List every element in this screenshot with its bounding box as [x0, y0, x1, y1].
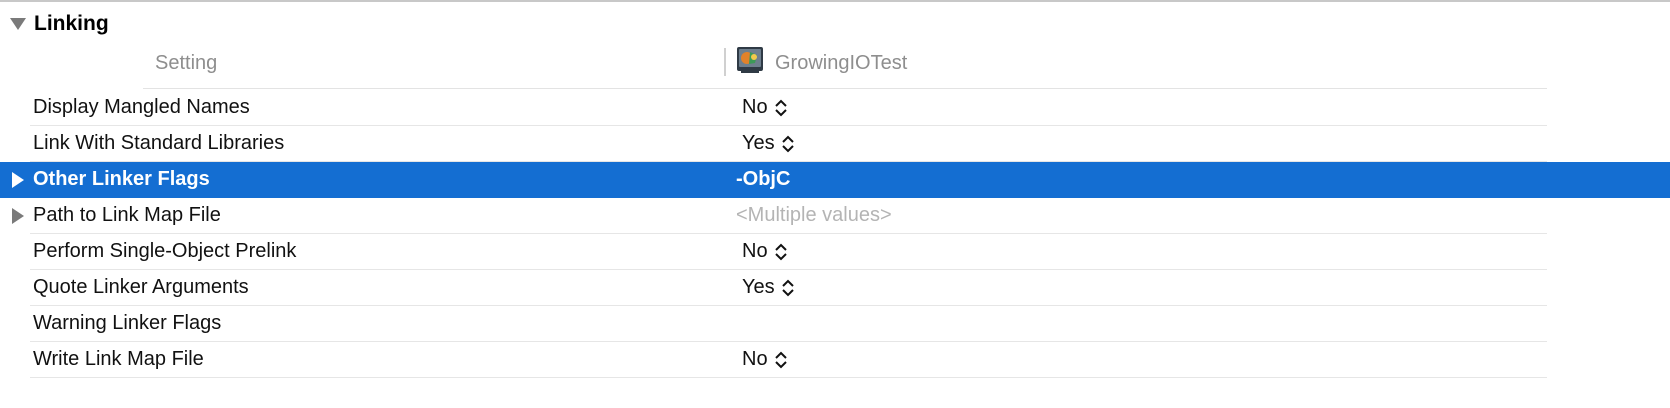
setting-value-text: No	[742, 348, 768, 370]
setting-value[interactable]: Yes	[742, 132, 795, 155]
setting-row[interactable]: Perform Single-Object Prelink No	[0, 234, 1670, 270]
setting-column-header[interactable]: Setting	[155, 52, 217, 75]
up-down-chevron-icon[interactable]	[781, 278, 795, 298]
setting-row[interactable]: Quote Linker Arguments Yes	[0, 270, 1670, 306]
target-column-header[interactable]: GrowingIOTest	[775, 52, 907, 75]
row-separator	[30, 377, 1547, 378]
setting-row[interactable]: Display Mangled Names No	[0, 90, 1670, 126]
setting-value-text: Yes	[742, 276, 775, 298]
column-header: Setting GrowingIOTest	[0, 44, 1670, 86]
setting-value-text: Yes	[742, 132, 775, 154]
app-target-icon	[737, 47, 763, 73]
up-down-chevron-icon[interactable]	[774, 242, 788, 262]
setting-name: Warning Linker Flags	[33, 312, 222, 334]
setting-name: Other Linker Flags	[33, 168, 210, 190]
setting-value-text: <Multiple values>	[736, 204, 892, 226]
up-down-chevron-icon[interactable]	[781, 134, 795, 154]
setting-value-text: No	[742, 240, 768, 262]
up-down-chevron-icon[interactable]	[774, 98, 788, 118]
setting-value[interactable]: -ObjC	[736, 168, 790, 191]
setting-name: Write Link Map File	[33, 348, 204, 370]
top-divider	[0, 0, 1670, 2]
disclosure-triangle-right-icon[interactable]	[12, 208, 24, 224]
setting-value-text: -ObjC	[736, 168, 791, 190]
setting-value[interactable]: <Multiple values>	[736, 204, 892, 227]
section-title: Linking	[34, 12, 109, 35]
setting-name: Quote Linker Arguments	[33, 276, 249, 298]
settings-rows: Display Mangled Names No Link With Standar…	[0, 90, 1670, 378]
disclosure-triangle-down-icon[interactable]	[10, 18, 26, 30]
setting-value[interactable]: No	[742, 348, 788, 371]
setting-row[interactable]: Link With Standard Libraries Yes	[0, 126, 1670, 162]
setting-row[interactable]: Path to Link Map File <Multiple values>	[0, 198, 1670, 234]
setting-name: Display Mangled Names	[33, 96, 250, 118]
setting-row[interactable]: Warning Linker Flags	[0, 306, 1670, 342]
setting-value[interactable]: No	[742, 96, 788, 119]
header-separator	[143, 88, 1547, 89]
disclosure-triangle-right-icon[interactable]	[12, 172, 24, 188]
build-settings-panel: Linking Setting GrowingIOTest Display Ma…	[0, 0, 1670, 408]
setting-row[interactable]: Other Linker Flags -ObjC	[0, 162, 1670, 198]
setting-name: Link With Standard Libraries	[33, 132, 285, 154]
setting-name: Perform Single-Object Prelink	[33, 240, 297, 262]
setting-name: Path to Link Map File	[33, 204, 221, 226]
setting-value[interactable]: Yes	[742, 276, 795, 299]
up-down-chevron-icon[interactable]	[774, 350, 788, 370]
setting-value-text: No	[742, 96, 768, 118]
setting-value[interactable]: No	[742, 240, 788, 263]
setting-row[interactable]: Write Link Map File No	[0, 342, 1670, 378]
column-divider[interactable]	[724, 48, 726, 76]
linking-section-header[interactable]: Linking	[10, 10, 109, 38]
